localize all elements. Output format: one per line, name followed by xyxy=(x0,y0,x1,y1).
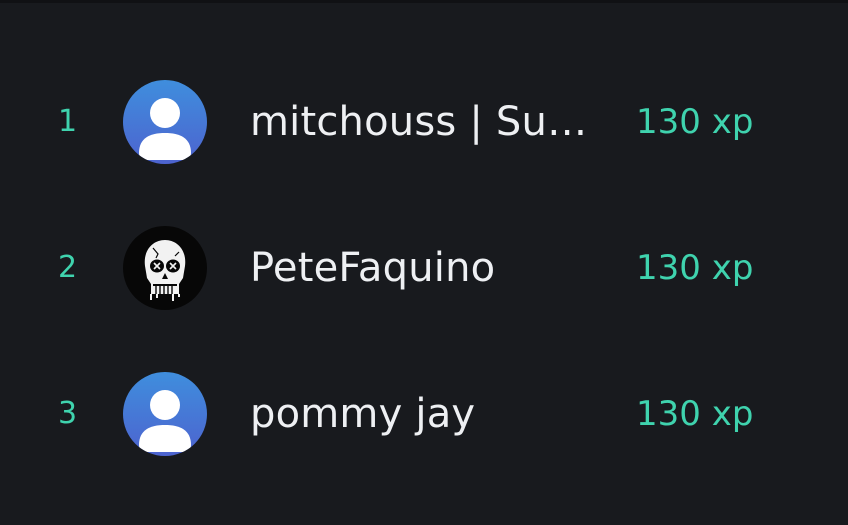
user-name[interactable]: pommy jay xyxy=(250,369,595,459)
skull-avatar-icon xyxy=(144,240,186,301)
xp-value: 130 xp xyxy=(636,248,754,288)
avatar[interactable] xyxy=(123,372,207,456)
xp-value: 130 xp xyxy=(636,102,754,142)
leaderboard-row[interactable]: 2 PeteFaquino 130 xp xyxy=(0,223,848,313)
default-user-icon xyxy=(139,390,191,452)
user-name[interactable]: mitchouss | Sui Guy | X/Twitter Growth H… xyxy=(250,77,595,167)
xp-value: 130 xp xyxy=(636,394,754,434)
rank-number: 3 xyxy=(58,396,78,431)
default-user-icon xyxy=(139,98,191,160)
rank-number: 2 xyxy=(58,250,78,285)
leaderboard-row[interactable]: 1 mitchouss | Sui Guy | X/Twitter Growth… xyxy=(0,77,848,167)
rank-number: 1 xyxy=(58,104,78,139)
avatar[interactable] xyxy=(123,226,207,310)
user-name[interactable]: PeteFaquino xyxy=(250,223,595,313)
avatar[interactable] xyxy=(123,80,207,164)
leaderboard-row[interactable]: 3 pommy jay 130 xp xyxy=(0,369,848,459)
leaderboard-panel: 1 mitchouss | Sui Guy | X/Twitter Growth… xyxy=(0,0,848,525)
